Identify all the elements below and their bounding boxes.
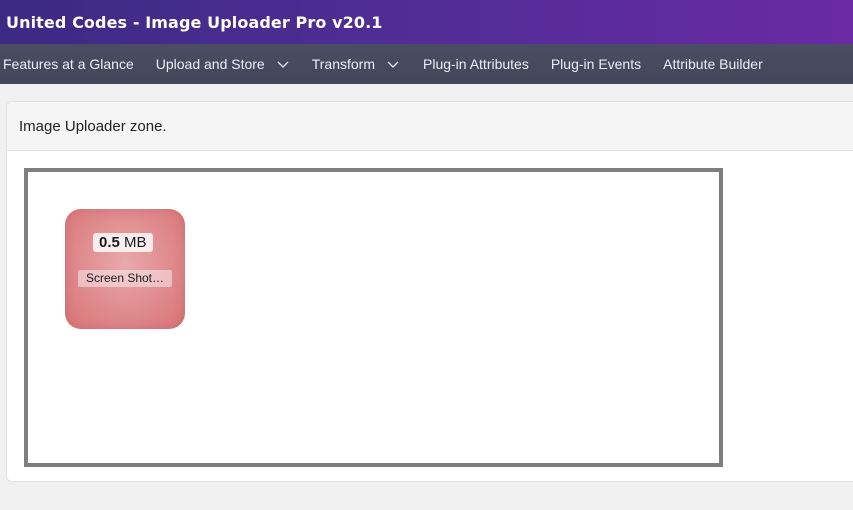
upload-dropzone[interactable]: 0.5 MB Screen Shot…	[24, 168, 723, 467]
region-header: Image Uploader zone.	[7, 102, 853, 151]
app-title: United Codes - Image Uploader Pro v20.1	[6, 12, 383, 32]
main-nav: Features at a Glance Upload and Store Tr…	[0, 44, 853, 84]
nav-item-attribute-builder[interactable]: Attribute Builder	[663, 44, 763, 84]
uploaded-file-tile[interactable]: 0.5 MB Screen Shot…	[65, 209, 185, 329]
app-header: United Codes - Image Uploader Pro v20.1	[0, 0, 853, 44]
nav-item-features[interactable]: Features at a Glance	[3, 44, 134, 84]
chevron-down-icon	[387, 61, 399, 68]
file-size-unit: MB	[124, 234, 147, 251]
region-title: Image Uploader zone.	[19, 117, 167, 135]
nav-item-transform[interactable]: Transform	[312, 44, 399, 84]
image-uploader-region: Image Uploader zone. 0.5 MB Screen Shot…	[6, 101, 853, 482]
file-size-value: 0.5	[99, 234, 120, 251]
file-name-label: Screen Shot…	[78, 270, 172, 287]
nav-item-label: Plug-in Attributes	[423, 56, 529, 72]
nav-item-label: Upload and Store	[155, 56, 265, 72]
file-size-badge: 0.5 MB	[93, 233, 153, 252]
nav-item-label: Plug-in Events	[550, 56, 642, 72]
nav-item-label: Transform	[311, 56, 375, 72]
nav-item-plugin-events[interactable]: Plug-in Events	[551, 44, 641, 84]
nav-item-plugin-attributes[interactable]: Plug-in Attributes	[423, 44, 529, 84]
chevron-down-icon	[277, 61, 289, 68]
nav-item-label: Attribute Builder	[663, 56, 763, 72]
nav-item-label: Features at a Glance	[3, 56, 134, 72]
nav-item-upload-and-store[interactable]: Upload and Store	[156, 44, 289, 84]
